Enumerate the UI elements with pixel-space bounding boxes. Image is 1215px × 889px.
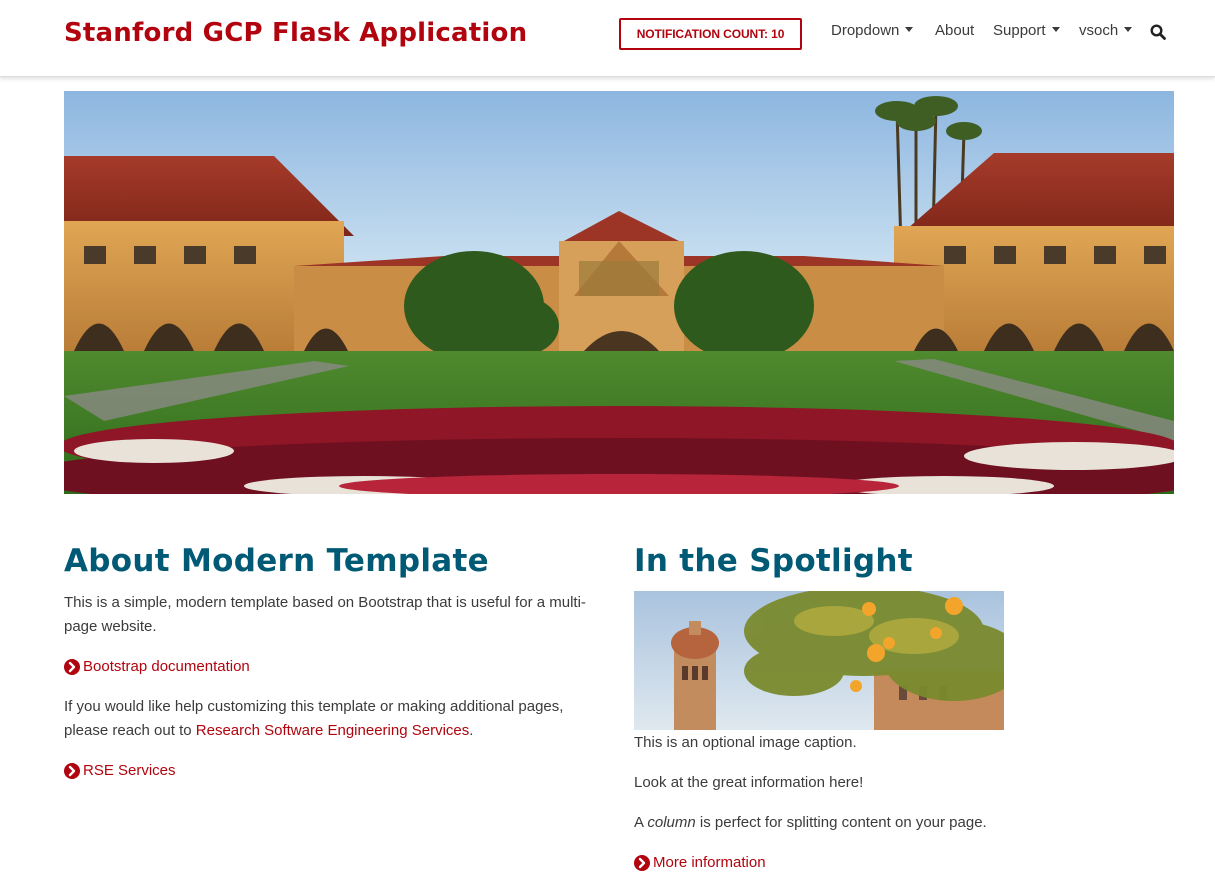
bootstrap-docs-link[interactable]: Bootstrap documentation: [64, 655, 250, 679]
notification-count-button[interactable]: NOTIFICATION COUNT: 10: [619, 18, 802, 50]
nav-support[interactable]: Support: [993, 22, 1060, 39]
chevron-circle-right-icon: [64, 763, 80, 779]
hero-image: [64, 91, 1174, 494]
site-brand[interactable]: Stanford GCP Flask Application: [64, 18, 527, 48]
search-icon[interactable]: [1150, 24, 1166, 40]
rse-services-label: RSE Services: [83, 762, 176, 779]
nav-user-menu[interactable]: vsoch: [1079, 22, 1133, 39]
more-information-label: More information: [653, 854, 766, 871]
caret-down-icon: [1051, 27, 1060, 32]
nav-about[interactable]: About: [935, 22, 974, 39]
spotlight-text-2-b: is perfect for splitting content on your…: [695, 814, 987, 831]
nav-user-label: vsoch: [1079, 22, 1119, 39]
nav-dropdown[interactable]: Dropdown: [831, 22, 914, 39]
about-intro-text: This is a simple, modern template based …: [64, 594, 586, 635]
spotlight-text-2-a: A: [634, 814, 648, 831]
spotlight-caption: This is an optional image caption.: [634, 734, 857, 751]
chevron-circle-right-icon: [64, 659, 80, 675]
spotlight-image: [634, 591, 1004, 730]
caret-down-icon: [1124, 27, 1133, 32]
rse-link-inline[interactable]: Research Software Engineering Services: [196, 722, 469, 739]
rse-services-link[interactable]: RSE Services: [64, 759, 176, 783]
bootstrap-docs-label: Bootstrap documentation: [83, 658, 250, 675]
spotlight-text-2: A column is perfect for splitting conten…: [634, 811, 1114, 835]
about-help-text: If you would like help customizing this …: [64, 695, 604, 743]
spotlight-text-1: Look at the great information here!: [634, 774, 864, 791]
spotlight-heading: In the Spotlight: [634, 543, 913, 579]
nav-about-label: About: [935, 22, 975, 39]
spotlight-text-2-em: column: [647, 814, 696, 831]
caret-down-icon: [905, 27, 914, 32]
chevron-circle-right-icon: [634, 855, 650, 871]
about-help-tail: .: [469, 722, 474, 739]
nav-dropdown-label: Dropdown: [831, 22, 900, 39]
about-heading: About Modern Template: [64, 543, 489, 579]
nav-support-label: Support: [993, 22, 1046, 39]
top-navbar: Stanford GCP Flask Application NOTIFICAT…: [0, 0, 1215, 77]
more-information-link[interactable]: More information: [634, 851, 766, 875]
main-quad-illustration: [64, 91, 1174, 494]
hoover-tower-orange-tree-illustration: [634, 591, 1004, 730]
